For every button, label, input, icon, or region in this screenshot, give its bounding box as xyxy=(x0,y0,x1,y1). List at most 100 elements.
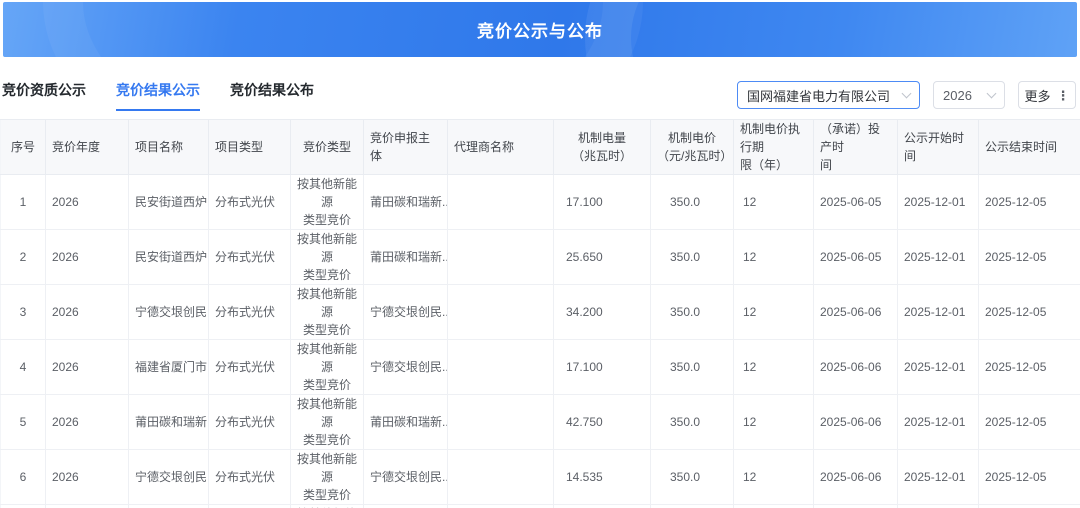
cell: 2025-12-05 xyxy=(979,395,1080,450)
tab-1[interactable]: 竞价资质公示 xyxy=(2,80,86,111)
cell: 2025-12-01 xyxy=(898,505,979,508)
cell xyxy=(448,450,554,505)
cell: 莆田碳和瑞新... xyxy=(364,505,448,508)
cell xyxy=(448,505,554,508)
cell: 42.750 xyxy=(554,395,651,450)
cell: 宁德交垠创民... xyxy=(129,285,209,340)
cell: 宁德交垠创民... xyxy=(129,450,209,505)
cell: 分布式光伏 xyxy=(209,395,291,450)
column-header-8: 机制电量 （兆瓦时） xyxy=(554,120,651,175)
cell: 2025-12-05 xyxy=(979,230,1080,285)
cell: 按其他新能源 类型竞价 xyxy=(291,450,364,505)
cell xyxy=(448,395,554,450)
cell: 碳和瑞新能源... xyxy=(129,505,209,508)
cell: 12 xyxy=(734,505,814,508)
cell: 分布式光伏 xyxy=(209,175,291,230)
table-row: 52026莆田碳和瑞新...分布式光伏按其他新能源 类型竞价莆田碳和瑞新...4… xyxy=(1,395,1080,450)
table-row: 72026碳和瑞新能源...分布式光伏按其他新能源 类型竞价莆田碳和瑞新...4… xyxy=(1,505,1080,508)
cell xyxy=(448,285,554,340)
cell: 5 xyxy=(1,395,46,450)
cell xyxy=(448,230,554,285)
tabs: 竞价资质公示竞价结果公示竞价结果公布 xyxy=(2,80,314,111)
cell: 宁德交垠创民... xyxy=(364,450,448,505)
cell: 2026 xyxy=(46,340,129,395)
cell: 按其他新能源 类型竞价 xyxy=(291,285,364,340)
cell: 莆田碳和瑞新... xyxy=(364,230,448,285)
tab-3[interactable]: 竞价结果公布 xyxy=(230,80,314,111)
column-header-5: 竞价类型 xyxy=(291,120,364,175)
column-header-6: 竞价申报主体 xyxy=(364,120,448,175)
cell: 2 xyxy=(1,230,46,285)
cell: 莆田碳和瑞新... xyxy=(364,395,448,450)
cell: 12 xyxy=(734,285,814,340)
cell: 2026 xyxy=(46,285,129,340)
column-header-11: （承诺）投产时 间 xyxy=(814,120,898,175)
cell: 按其他新能源 类型竞价 xyxy=(291,175,364,230)
filter-controls: 国网福建省电力有限公司 2026 更多 ⋮ xyxy=(737,81,1076,109)
cell: 2025-12-01 xyxy=(898,175,979,230)
cell: 2026 xyxy=(46,175,129,230)
table-head: 序号竞价年度项目名称项目类型竞价类型竞价申报主体代理商名称机制电量 （兆瓦时）机… xyxy=(1,120,1080,175)
column-header-4: 项目类型 xyxy=(209,120,291,175)
cell: 2025-12-01 xyxy=(898,395,979,450)
cell: 2025-06-06 xyxy=(814,285,898,340)
cell: 17.100 xyxy=(554,175,651,230)
table-row: 42026福建省厦门市...分布式光伏按其他新能源 类型竞价宁德交垠创民...1… xyxy=(1,340,1080,395)
table-row: 62026宁德交垠创民...分布式光伏按其他新能源 类型竞价宁德交垠创民...1… xyxy=(1,450,1080,505)
kebab-vertical-icon: ⋮ xyxy=(1057,89,1070,102)
cell: 莆田碳和瑞新... xyxy=(364,175,448,230)
table-header-row: 序号竞价年度项目名称项目类型竞价类型竞价申报主体代理商名称机制电量 （兆瓦时）机… xyxy=(1,120,1080,175)
column-header-1: 序号 xyxy=(1,120,46,175)
column-header-2: 竞价年度 xyxy=(46,120,129,175)
toolbar: 竞价资质公示竞价结果公示竞价结果公布 国网福建省电力有限公司 2026 更多 ⋮ xyxy=(0,57,1080,117)
cell: 民安街道西炉... xyxy=(129,230,209,285)
more-button[interactable]: 更多 ⋮ xyxy=(1018,81,1076,109)
cell: 17.100 xyxy=(554,340,651,395)
results-table: 序号竞价年度项目名称项目类型竞价类型竞价申报主体代理商名称机制电量 （兆瓦时）机… xyxy=(0,119,1080,508)
column-header-7: 代理商名称 xyxy=(448,120,554,175)
cell: 12 xyxy=(734,175,814,230)
table-body: 12026民安街道西炉...分布式光伏按其他新能源 类型竞价莆田碳和瑞新...1… xyxy=(1,175,1080,508)
cell: 14.535 xyxy=(554,450,651,505)
cell: 25.650 xyxy=(554,230,651,285)
column-header-9: 机制电价 （元/兆瓦时） xyxy=(651,120,734,175)
cell: 2025-12-05 xyxy=(979,285,1080,340)
cell: 12 xyxy=(734,450,814,505)
cell: 分布式光伏 xyxy=(209,340,291,395)
cell: 福建省厦门市... xyxy=(129,340,209,395)
cell: 2026 xyxy=(46,395,129,450)
table-row: 32026宁德交垠创民...分布式光伏按其他新能源 类型竞价宁德交垠创民...3… xyxy=(1,285,1080,340)
cell: 2026 xyxy=(46,230,129,285)
cell: 1 xyxy=(1,175,46,230)
cell: 2025-06-09 xyxy=(814,505,898,508)
year-select[interactable]: 2026 xyxy=(933,81,1005,109)
table-row: 22026民安街道西炉...分布式光伏按其他新能源 类型竞价莆田碳和瑞新...2… xyxy=(1,230,1080,285)
column-header-12: 公示开始时间 xyxy=(898,120,979,175)
company-select[interactable]: 国网福建省电力有限公司 xyxy=(737,81,920,109)
cell: 2025-12-05 xyxy=(979,505,1080,508)
cell: 350.0 xyxy=(651,505,734,508)
cell xyxy=(448,340,554,395)
cell: 2025-12-05 xyxy=(979,450,1080,505)
cell: 2025-06-06 xyxy=(814,340,898,395)
year-select-value: 2026 xyxy=(943,88,972,103)
tab-2[interactable]: 竞价结果公示 xyxy=(116,80,200,111)
cell: 分布式光伏 xyxy=(209,505,291,508)
cell: 2025-12-01 xyxy=(898,340,979,395)
cell: 分布式光伏 xyxy=(209,450,291,505)
cell: 6 xyxy=(1,450,46,505)
more-button-label: 更多 xyxy=(1024,86,1050,105)
cell xyxy=(448,175,554,230)
column-header-13: 公示结束时间 xyxy=(979,120,1080,175)
banner: 竞价公示与公布 xyxy=(3,2,1077,57)
cell: 分布式光伏 xyxy=(209,285,291,340)
cell: 350.0 xyxy=(651,450,734,505)
cell: 2025-06-05 xyxy=(814,175,898,230)
cell: 宁德交垠创民... xyxy=(364,340,448,395)
cell: 2025-06-06 xyxy=(814,395,898,450)
cell: 莆田碳和瑞新... xyxy=(129,395,209,450)
cell: 4 xyxy=(1,340,46,395)
cell: 350.0 xyxy=(651,395,734,450)
cell: 2026 xyxy=(46,505,129,508)
column-header-10: 机制电价执行期 限（年） xyxy=(734,120,814,175)
